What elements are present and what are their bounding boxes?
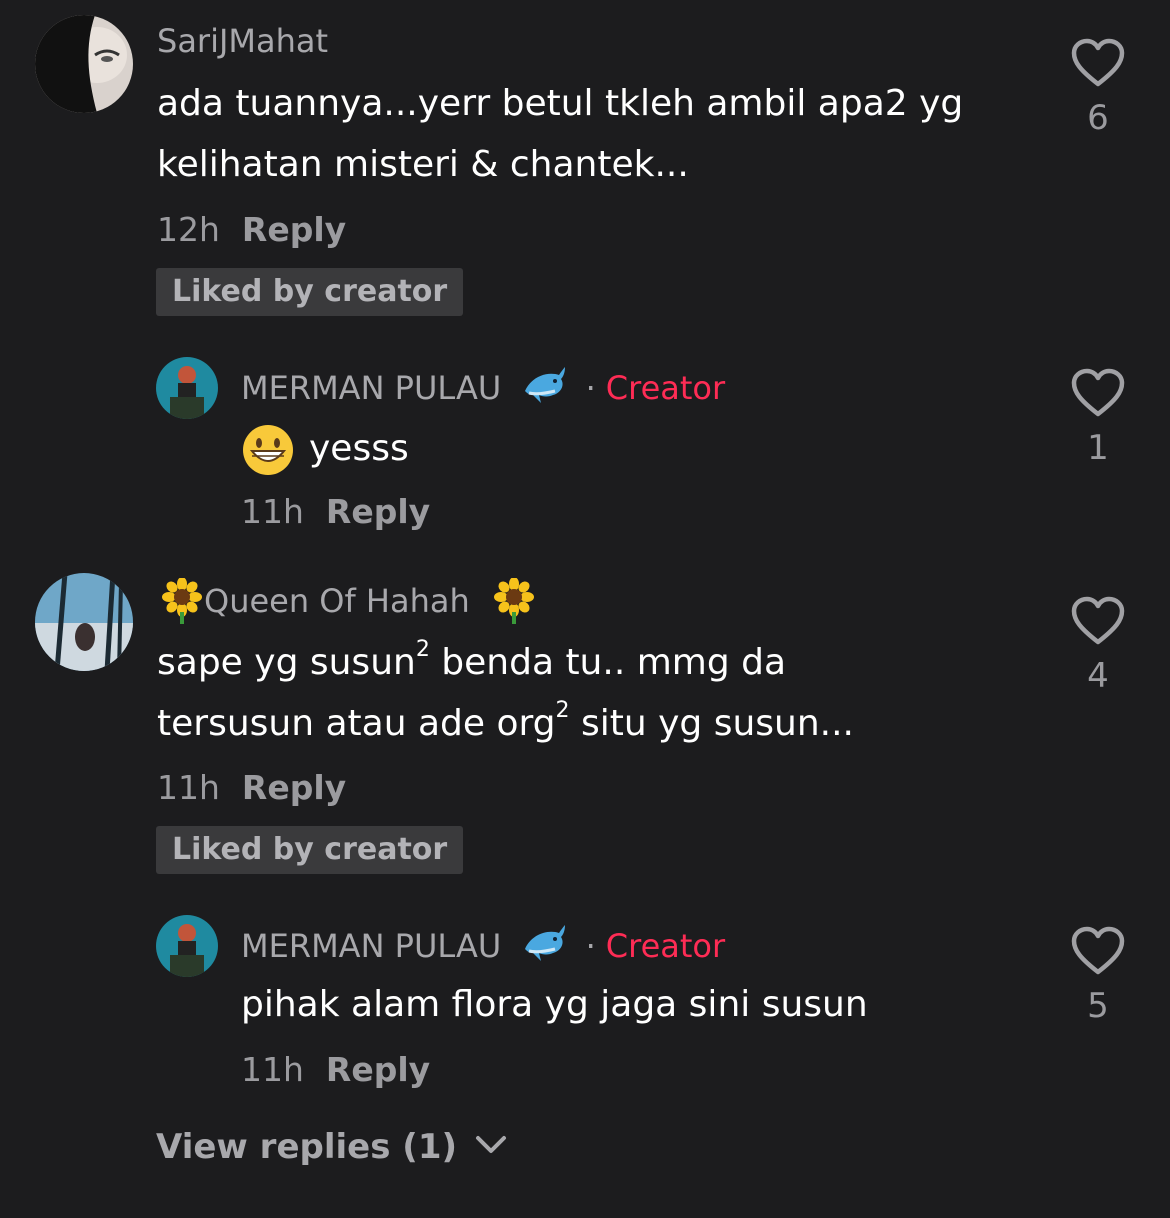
reply-text: pihak alam flora yg jaga sini susun — [241, 984, 868, 1025]
like-count: 6 — [1087, 98, 1109, 138]
heart-outline-icon[interactable] — [1070, 596, 1126, 646]
liked-by-creator-badge: Liked by creator — [156, 268, 464, 316]
comment-text-line: sape yg susun2 benda tu.. mmg da — [157, 632, 854, 693]
reply-username[interactable]: MERMAN PULAU — [241, 927, 501, 965]
sunflower-emoji — [493, 578, 534, 624]
like-count: 4 — [1087, 656, 1109, 696]
reply-meta: 11h Reply — [241, 492, 430, 531]
comment-text: sape yg susun2 benda tu.. mmg da tersusu… — [157, 632, 854, 754]
avatar[interactable] — [156, 915, 218, 977]
view-replies-label: View replies (1) — [156, 1127, 458, 1167]
chevron-down-icon — [475, 1136, 506, 1153]
comment-text: ada tuannya...yerr betul tkleh ambil apa… — [157, 73, 963, 195]
timestamp: 11h — [241, 1050, 304, 1089]
comment-text-line: kelihatan misteri & chantek... — [157, 144, 689, 185]
heart-outline-icon[interactable] — [1070, 38, 1126, 88]
heart-outline-icon[interactable] — [1070, 926, 1126, 976]
creator-badge: Creator — [605, 369, 726, 407]
timestamp: 11h — [241, 492, 304, 531]
reply-button[interactable]: Reply — [242, 210, 346, 249]
text-segment: tersusun atau ade org — [157, 703, 556, 744]
like-count: 5 — [1087, 986, 1109, 1026]
comment-username[interactable]: Queen Of Hahah — [204, 582, 470, 620]
superscript: 2 — [415, 637, 430, 662]
view-replies-button[interactable]: View replies (1) — [156, 1127, 507, 1167]
reply-username[interactable]: MERMAN PULAU — [241, 369, 501, 407]
dolphin-emoji — [525, 367, 566, 403]
superscript: 2 — [555, 698, 570, 723]
reply-meta: 11h Reply — [241, 1050, 430, 1089]
comment-meta: 11h Reply — [157, 768, 346, 807]
liked-by-creator-badge: Liked by creator — [156, 826, 464, 874]
comment-text-line: tersusun atau ade org2 situ yg susun... — [157, 693, 854, 754]
heart-outline-icon[interactable] — [1070, 368, 1126, 418]
comment-username[interactable]: SariJMahat — [157, 22, 328, 60]
avatar[interactable] — [156, 357, 218, 419]
reply-button[interactable]: Reply — [326, 1050, 430, 1089]
dolphin-emoji — [525, 925, 566, 961]
grinning-face-emoji — [243, 425, 293, 475]
like-count: 1 — [1087, 428, 1109, 468]
reply-header: MERMAN PULAU · Creator — [241, 921, 725, 967]
comment-header: Queen Of Hahah — [160, 578, 536, 624]
reply-text: yesss — [241, 418, 409, 479]
timestamp: 12h — [157, 210, 220, 249]
comment-meta: 12h Reply — [157, 210, 346, 249]
creator-badge: Creator — [605, 927, 726, 965]
reply-text-content: yesss — [309, 428, 409, 469]
comment-text-line: ada tuannya...yerr betul tkleh ambil apa… — [157, 83, 964, 124]
text-segment: benda tu.. mmg da — [429, 642, 787, 683]
reply-button[interactable]: Reply — [326, 492, 430, 531]
text-segment: situ yg susun... — [569, 703, 854, 744]
text-segment: sape yg susun — [157, 642, 416, 683]
reply-button[interactable]: Reply — [242, 768, 346, 807]
reply-header: MERMAN PULAU · Creator — [241, 363, 725, 409]
avatar[interactable] — [35, 573, 133, 671]
timestamp: 11h — [157, 768, 220, 807]
sunflower-emoji — [162, 578, 202, 624]
avatar[interactable] — [35, 15, 133, 113]
